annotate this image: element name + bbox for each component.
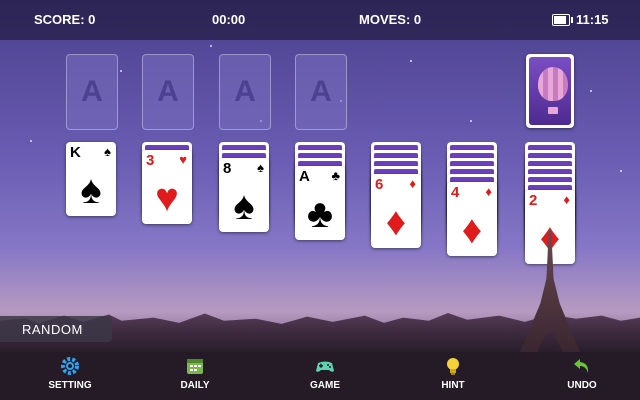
timer-display: 00:00: [212, 12, 246, 27]
card-suit-large: ♣: [306, 192, 334, 236]
setting-label: SETTING: [48, 380, 92, 391]
bottom-toolbar: SETTING DAILY GAME HINT UNDO: [0, 352, 640, 400]
card-suit-small: ♦: [563, 192, 570, 207]
hint-button[interactable]: HINT: [413, 352, 493, 400]
hot-air-balloon-icon: [538, 67, 568, 101]
status-bar: SCORE: 0 00:00 MOVES: 0 11:15: [0, 0, 640, 40]
card-suit-small: ♠: [104, 144, 111, 159]
foundation-pile-1[interactable]: A: [66, 54, 118, 130]
foundation-pile-3[interactable]: A: [219, 54, 271, 130]
card-rank: 2: [529, 192, 538, 209]
undo-label: UNDO: [567, 380, 597, 391]
card-suit-small: ♦: [409, 176, 416, 191]
daily-label: DAILY: [180, 380, 210, 391]
foundation-pile-4[interactable]: A: [295, 54, 347, 130]
random-deal-tab[interactable]: RANDOM: [0, 316, 112, 342]
foundation-label: A: [157, 75, 179, 108]
face-up-card[interactable]: 6 ♦ ♦: [371, 174, 421, 248]
card-suit-small: ♦: [485, 184, 492, 199]
hint-label: HINT: [441, 380, 465, 391]
card-suit-large: ♦: [385, 200, 407, 244]
game-button[interactable]: GAME: [285, 352, 365, 400]
moves-display: MOVES: 0: [359, 12, 422, 27]
setting-button[interactable]: SETTING: [30, 352, 110, 400]
calendar-icon: [187, 359, 203, 374]
undo-button[interactable]: UNDO: [542, 352, 622, 400]
card-suit-large: ♠: [233, 184, 255, 228]
stock-pile[interactable]: [526, 54, 574, 128]
card-suit-large: ♥: [155, 176, 179, 220]
card-rank: 6: [375, 176, 384, 193]
face-up-card[interactable]: 3 ♥ ♥: [142, 150, 192, 224]
card-rank: 3: [146, 152, 155, 169]
foundation-label: A: [310, 75, 332, 108]
card-suit-large: ♦: [461, 208, 483, 252]
score-display: SCORE: 0: [34, 12, 96, 27]
card-rank: A: [299, 168, 310, 185]
card-rank: 4: [451, 184, 460, 201]
battery-icon: [552, 13, 573, 26]
card-back: [529, 57, 571, 125]
face-up-card[interactable]: 8 ♠ ♠: [219, 158, 269, 232]
card-suit-small: ♣: [331, 168, 340, 183]
face-up-card[interactable]: A ♣ ♣: [295, 166, 345, 240]
foundation-label: A: [234, 75, 256, 108]
lightbulb-icon: [447, 358, 459, 375]
card-suit-small: ♠: [257, 160, 264, 175]
undo-arrow-icon: [574, 359, 589, 373]
face-up-card[interactable]: 4 ♦ ♦: [447, 182, 497, 256]
clock-area: 11:15: [552, 12, 609, 27]
card-suit-small: ♥: [179, 152, 187, 167]
clock-time: 11:15: [576, 12, 609, 27]
gamepad-icon: [316, 361, 334, 372]
game-label: GAME: [310, 380, 340, 391]
balloon-basket: [548, 107, 558, 114]
card-rank: 8: [223, 160, 232, 177]
card-rank: K: [70, 144, 81, 161]
card-suit-large: ♠: [80, 168, 102, 212]
daily-button[interactable]: DAILY: [155, 352, 235, 400]
gear-icon: [61, 357, 79, 375]
foundation-label: A: [81, 75, 103, 108]
foundation-pile-2[interactable]: A: [142, 54, 194, 130]
face-up-card[interactable]: K ♠ ♠: [66, 142, 116, 216]
random-label: RANDOM: [22, 321, 83, 337]
